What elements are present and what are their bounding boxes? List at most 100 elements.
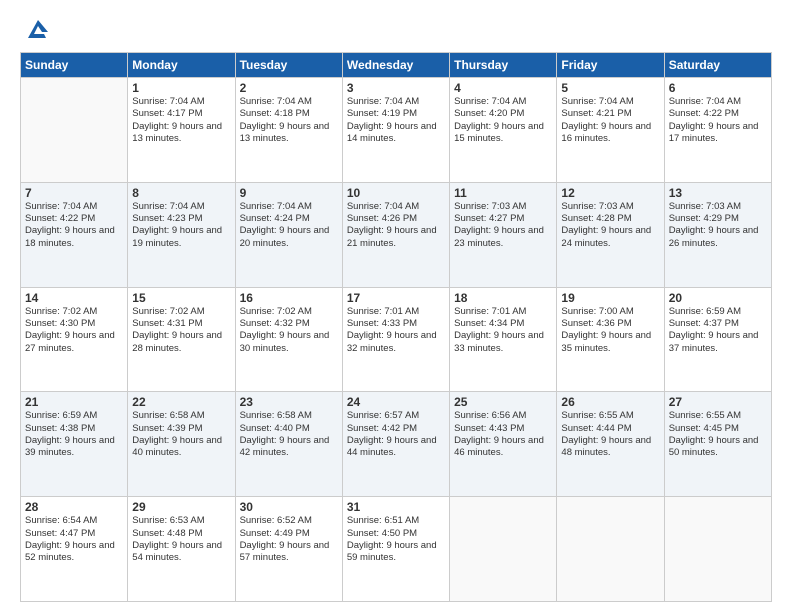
day-info: Sunrise: 6:56 AMSunset: 4:43 PMDaylight:… <box>454 410 552 459</box>
day-info: Sunrise: 7:01 AMSunset: 4:33 PMDaylight:… <box>347 306 445 355</box>
day-info: Sunrise: 6:58 AMSunset: 4:40 PMDaylight:… <box>240 410 338 459</box>
day-info: Sunrise: 6:53 AMSunset: 4:48 PMDaylight:… <box>132 515 230 564</box>
day-number: 2 <box>240 81 338 95</box>
calendar-cell: 19Sunrise: 7:00 AMSunset: 4:36 PMDayligh… <box>557 287 664 392</box>
day-info: Sunrise: 7:00 AMSunset: 4:36 PMDaylight:… <box>561 306 659 355</box>
weekday-wednesday: Wednesday <box>342 53 449 78</box>
day-info: Sunrise: 7:03 AMSunset: 4:29 PMDaylight:… <box>669 201 767 250</box>
calendar-cell: 18Sunrise: 7:01 AMSunset: 4:34 PMDayligh… <box>450 287 557 392</box>
day-number: 21 <box>25 395 123 409</box>
day-number: 29 <box>132 500 230 514</box>
day-info: Sunrise: 7:04 AMSunset: 4:24 PMDaylight:… <box>240 201 338 250</box>
day-info: Sunrise: 7:04 AMSunset: 4:17 PMDaylight:… <box>132 96 230 145</box>
day-number: 20 <box>669 291 767 305</box>
calendar-cell: 1Sunrise: 7:04 AMSunset: 4:17 PMDaylight… <box>128 78 235 183</box>
weekday-friday: Friday <box>557 53 664 78</box>
day-number: 9 <box>240 186 338 200</box>
day-number: 30 <box>240 500 338 514</box>
day-number: 17 <box>347 291 445 305</box>
day-number: 23 <box>240 395 338 409</box>
day-number: 14 <box>25 291 123 305</box>
day-info: Sunrise: 6:55 AMSunset: 4:45 PMDaylight:… <box>669 410 767 459</box>
calendar-cell: 30Sunrise: 6:52 AMSunset: 4:49 PMDayligh… <box>235 497 342 602</box>
day-number: 27 <box>669 395 767 409</box>
day-number: 18 <box>454 291 552 305</box>
calendar-cell: 11Sunrise: 7:03 AMSunset: 4:27 PMDayligh… <box>450 182 557 287</box>
calendar-cell: 22Sunrise: 6:58 AMSunset: 4:39 PMDayligh… <box>128 392 235 497</box>
day-number: 24 <box>347 395 445 409</box>
calendar-cell: 10Sunrise: 7:04 AMSunset: 4:26 PMDayligh… <box>342 182 449 287</box>
calendar-cell: 27Sunrise: 6:55 AMSunset: 4:45 PMDayligh… <box>664 392 771 497</box>
calendar-cell: 13Sunrise: 7:03 AMSunset: 4:29 PMDayligh… <box>664 182 771 287</box>
day-info: Sunrise: 7:02 AMSunset: 4:30 PMDaylight:… <box>25 306 123 355</box>
day-info: Sunrise: 7:04 AMSunset: 4:22 PMDaylight:… <box>669 96 767 145</box>
day-info: Sunrise: 7:03 AMSunset: 4:28 PMDaylight:… <box>561 201 659 250</box>
day-info: Sunrise: 7:03 AMSunset: 4:27 PMDaylight:… <box>454 201 552 250</box>
weekday-header-row: SundayMondayTuesdayWednesdayThursdayFrid… <box>21 53 772 78</box>
calendar-week-5: 28Sunrise: 6:54 AMSunset: 4:47 PMDayligh… <box>21 497 772 602</box>
day-info: Sunrise: 7:01 AMSunset: 4:34 PMDaylight:… <box>454 306 552 355</box>
day-number: 3 <box>347 81 445 95</box>
day-number: 7 <box>25 186 123 200</box>
calendar-cell: 21Sunrise: 6:59 AMSunset: 4:38 PMDayligh… <box>21 392 128 497</box>
calendar-page: SundayMondayTuesdayWednesdayThursdayFrid… <box>0 0 792 612</box>
calendar-cell: 2Sunrise: 7:04 AMSunset: 4:18 PMDaylight… <box>235 78 342 183</box>
calendar-cell: 23Sunrise: 6:58 AMSunset: 4:40 PMDayligh… <box>235 392 342 497</box>
calendar-cell <box>450 497 557 602</box>
day-number: 1 <box>132 81 230 95</box>
calendar-cell: 26Sunrise: 6:55 AMSunset: 4:44 PMDayligh… <box>557 392 664 497</box>
day-info: Sunrise: 6:57 AMSunset: 4:42 PMDaylight:… <box>347 410 445 459</box>
day-info: Sunrise: 7:04 AMSunset: 4:18 PMDaylight:… <box>240 96 338 145</box>
calendar-week-4: 21Sunrise: 6:59 AMSunset: 4:38 PMDayligh… <box>21 392 772 497</box>
day-number: 31 <box>347 500 445 514</box>
calendar-cell: 31Sunrise: 6:51 AMSunset: 4:50 PMDayligh… <box>342 497 449 602</box>
weekday-thursday: Thursday <box>450 53 557 78</box>
calendar-cell <box>664 497 771 602</box>
weekday-saturday: Saturday <box>664 53 771 78</box>
day-info: Sunrise: 6:59 AMSunset: 4:37 PMDaylight:… <box>669 306 767 355</box>
logo <box>20 16 52 42</box>
weekday-sunday: Sunday <box>21 53 128 78</box>
calendar-cell <box>557 497 664 602</box>
day-number: 26 <box>561 395 659 409</box>
calendar-cell: 15Sunrise: 7:02 AMSunset: 4:31 PMDayligh… <box>128 287 235 392</box>
day-info: Sunrise: 7:04 AMSunset: 4:19 PMDaylight:… <box>347 96 445 145</box>
day-number: 10 <box>347 186 445 200</box>
day-number: 28 <box>25 500 123 514</box>
weekday-monday: Monday <box>128 53 235 78</box>
day-info: Sunrise: 7:04 AMSunset: 4:26 PMDaylight:… <box>347 201 445 250</box>
weekday-tuesday: Tuesday <box>235 53 342 78</box>
calendar-cell: 14Sunrise: 7:02 AMSunset: 4:30 PMDayligh… <box>21 287 128 392</box>
logo-icon <box>24 14 52 42</box>
day-number: 25 <box>454 395 552 409</box>
day-number: 11 <box>454 186 552 200</box>
calendar-cell: 29Sunrise: 6:53 AMSunset: 4:48 PMDayligh… <box>128 497 235 602</box>
calendar-cell: 28Sunrise: 6:54 AMSunset: 4:47 PMDayligh… <box>21 497 128 602</box>
calendar-week-3: 14Sunrise: 7:02 AMSunset: 4:30 PMDayligh… <box>21 287 772 392</box>
calendar-week-1: 1Sunrise: 7:04 AMSunset: 4:17 PMDaylight… <box>21 78 772 183</box>
calendar-cell: 9Sunrise: 7:04 AMSunset: 4:24 PMDaylight… <box>235 182 342 287</box>
day-number: 12 <box>561 186 659 200</box>
day-number: 6 <box>669 81 767 95</box>
day-number: 22 <box>132 395 230 409</box>
day-number: 13 <box>669 186 767 200</box>
day-info: Sunrise: 7:04 AMSunset: 4:22 PMDaylight:… <box>25 201 123 250</box>
calendar-cell: 6Sunrise: 7:04 AMSunset: 4:22 PMDaylight… <box>664 78 771 183</box>
calendar-cell: 12Sunrise: 7:03 AMSunset: 4:28 PMDayligh… <box>557 182 664 287</box>
day-info: Sunrise: 7:02 AMSunset: 4:32 PMDaylight:… <box>240 306 338 355</box>
day-number: 15 <box>132 291 230 305</box>
calendar-cell: 16Sunrise: 7:02 AMSunset: 4:32 PMDayligh… <box>235 287 342 392</box>
calendar-cell: 25Sunrise: 6:56 AMSunset: 4:43 PMDayligh… <box>450 392 557 497</box>
day-number: 4 <box>454 81 552 95</box>
day-number: 8 <box>132 186 230 200</box>
calendar-cell: 7Sunrise: 7:04 AMSunset: 4:22 PMDaylight… <box>21 182 128 287</box>
day-info: Sunrise: 6:59 AMSunset: 4:38 PMDaylight:… <box>25 410 123 459</box>
day-info: Sunrise: 7:02 AMSunset: 4:31 PMDaylight:… <box>132 306 230 355</box>
day-number: 5 <box>561 81 659 95</box>
day-info: Sunrise: 6:58 AMSunset: 4:39 PMDaylight:… <box>132 410 230 459</box>
calendar-cell: 20Sunrise: 6:59 AMSunset: 4:37 PMDayligh… <box>664 287 771 392</box>
calendar-cell <box>21 78 128 183</box>
day-info: Sunrise: 6:54 AMSunset: 4:47 PMDaylight:… <box>25 515 123 564</box>
day-info: Sunrise: 7:04 AMSunset: 4:23 PMDaylight:… <box>132 201 230 250</box>
header <box>20 16 772 42</box>
